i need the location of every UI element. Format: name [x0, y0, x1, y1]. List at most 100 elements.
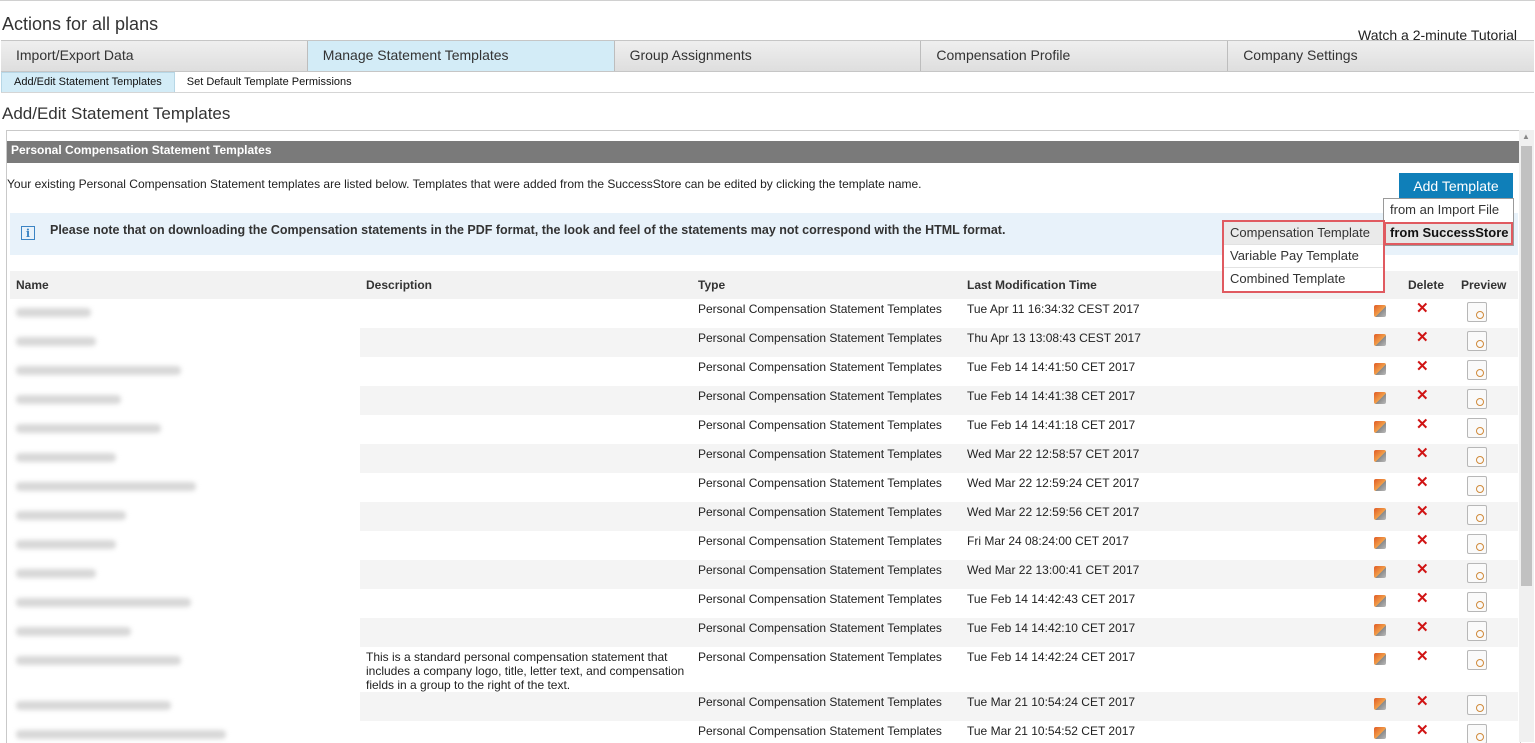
delete-icon[interactable]: ✕ [1416, 416, 1429, 433]
tab-import-export[interactable]: Import/Export Data [1, 41, 308, 71]
menu-variable-pay-template[interactable]: Variable Pay Template [1224, 245, 1383, 268]
template-name-cell[interactable] [10, 647, 360, 692]
preview-icon[interactable] [1467, 534, 1487, 554]
delete-icon[interactable]: ✕ [1416, 387, 1429, 404]
export-cell [1351, 692, 1402, 721]
delete-icon[interactable]: ✕ [1416, 693, 1429, 710]
menu-compensation-template[interactable]: Compensation Template [1224, 222, 1383, 245]
delete-icon[interactable]: ✕ [1416, 532, 1429, 549]
description-cell [360, 299, 692, 328]
export-icon[interactable] [1373, 334, 1386, 346]
delete-icon[interactable]: ✕ [1416, 561, 1429, 578]
delete-icon[interactable]: ✕ [1416, 445, 1429, 462]
delete-icon[interactable]: ✕ [1416, 722, 1429, 739]
export-icon[interactable] [1373, 305, 1386, 317]
export-icon[interactable] [1373, 698, 1386, 710]
preview-icon[interactable] [1467, 505, 1487, 525]
preview-icon[interactable] [1467, 447, 1487, 467]
template-name-cell[interactable] [10, 357, 360, 386]
menu-combined-template[interactable]: Combined Template [1224, 268, 1383, 291]
preview-icon[interactable] [1467, 724, 1487, 743]
subtab-add-edit-templates[interactable]: Add/Edit Statement Templates [1, 72, 175, 92]
preview-icon[interactable] [1467, 331, 1487, 351]
description-cell [360, 473, 692, 502]
export-icon[interactable] [1373, 421, 1386, 433]
export-icon[interactable] [1373, 624, 1386, 636]
template-name-cell[interactable] [10, 589, 360, 618]
template-name-cell[interactable] [10, 415, 360, 444]
preview-icon[interactable] [1467, 389, 1487, 409]
template-name-link[interactable] [16, 511, 126, 520]
col-type[interactable]: Type [692, 271, 961, 299]
preview-icon[interactable] [1467, 302, 1487, 322]
delete-icon[interactable]: ✕ [1416, 300, 1429, 317]
template-name-link[interactable] [16, 569, 96, 578]
template-name-link[interactable] [16, 701, 171, 710]
preview-icon[interactable] [1467, 621, 1487, 641]
export-icon[interactable] [1373, 363, 1386, 375]
delete-icon[interactable]: ✕ [1416, 329, 1429, 346]
export-icon[interactable] [1373, 566, 1386, 578]
template-name-cell[interactable] [10, 560, 360, 589]
template-name-link[interactable] [16, 395, 121, 404]
delete-icon[interactable]: ✕ [1416, 619, 1429, 636]
preview-icon[interactable] [1467, 650, 1487, 670]
template-name-link[interactable] [16, 482, 196, 491]
preview-icon[interactable] [1467, 418, 1487, 438]
scroll-thumb[interactable] [1521, 146, 1532, 586]
tab-group-assignments[interactable]: Group Assignments [614, 41, 922, 71]
template-name-link[interactable] [16, 656, 181, 665]
template-name-link[interactable] [16, 453, 116, 462]
modified-cell: Wed Mar 22 12:59:24 CET 2017 [967, 476, 1140, 490]
template-name-cell[interactable] [10, 692, 360, 721]
template-name-cell[interactable] [10, 502, 360, 531]
template-name-link[interactable] [16, 598, 191, 607]
add-template-button[interactable]: Add Template [1399, 173, 1513, 199]
preview-icon[interactable] [1467, 592, 1487, 612]
template-name-link[interactable] [16, 730, 226, 739]
scroll-up-icon[interactable]: ▲ [1522, 132, 1530, 141]
template-name-link[interactable] [16, 540, 116, 549]
tab-compensation-profile[interactable]: Compensation Profile [921, 41, 1229, 71]
vertical-scrollbar[interactable]: ▲ [1519, 130, 1534, 742]
template-name-cell[interactable] [10, 531, 360, 560]
template-name-cell[interactable] [10, 618, 360, 647]
template-name-cell[interactable] [10, 328, 360, 357]
export-icon[interactable] [1373, 508, 1386, 520]
template-name-cell[interactable] [10, 444, 360, 473]
export-icon[interactable] [1373, 450, 1386, 462]
export-icon[interactable] [1373, 392, 1386, 404]
menu-from-import-file[interactable]: from an Import File [1384, 199, 1513, 222]
template-name-cell[interactable] [10, 386, 360, 415]
export-icon[interactable] [1373, 653, 1386, 665]
template-name-cell[interactable] [10, 299, 360, 328]
preview-icon[interactable] [1467, 563, 1487, 583]
template-name-link[interactable] [16, 337, 96, 346]
subtab-default-permissions[interactable]: Set Default Template Permissions [175, 72, 364, 92]
delete-icon[interactable]: ✕ [1416, 503, 1429, 520]
preview-icon[interactable] [1467, 360, 1487, 380]
tab-company-settings[interactable]: Company Settings [1228, 41, 1534, 71]
col-name[interactable]: Name [10, 271, 360, 299]
export-icon[interactable] [1373, 537, 1386, 549]
tab-manage-statement-templates[interactable]: Manage Statement Templates [307, 41, 615, 71]
template-name-link[interactable] [16, 424, 161, 433]
preview-icon[interactable] [1467, 476, 1487, 496]
export-icon[interactable] [1373, 727, 1386, 739]
col-description[interactable]: Description [360, 271, 692, 299]
delete-icon[interactable]: ✕ [1416, 590, 1429, 607]
description-cell [360, 560, 692, 589]
template-name-link[interactable] [16, 627, 131, 636]
delete-icon[interactable]: ✕ [1416, 358, 1429, 375]
template-name-link[interactable] [16, 366, 181, 375]
template-name-cell[interactable] [10, 721, 360, 743]
menu-from-successstore[interactable]: from SuccessStore [1384, 222, 1513, 245]
template-name-cell[interactable] [10, 473, 360, 502]
sub-tab-bar: Add/Edit Statement Templates Set Default… [1, 72, 1534, 93]
export-icon[interactable] [1373, 595, 1386, 607]
template-name-link[interactable] [16, 308, 91, 317]
delete-icon[interactable]: ✕ [1416, 474, 1429, 491]
preview-icon[interactable] [1467, 695, 1487, 715]
delete-icon[interactable]: ✕ [1416, 648, 1429, 665]
export-icon[interactable] [1373, 479, 1386, 491]
